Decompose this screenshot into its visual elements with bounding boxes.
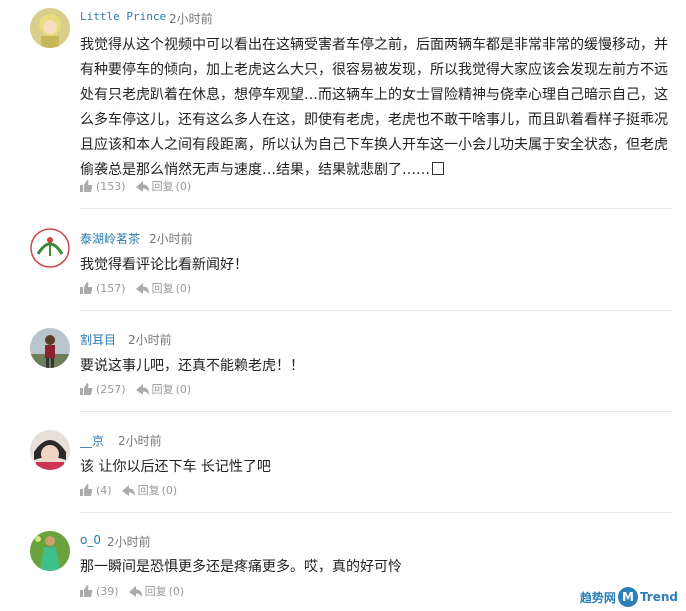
reply-button[interactable]: 回复 (0) [121, 482, 178, 498]
watermark-right-text: Trend [639, 590, 678, 604]
like-button[interactable]: (4) [80, 484, 112, 497]
comment-divider [80, 208, 672, 209]
watermark: 趋势网 M Trend [580, 587, 678, 607]
comment-text: 要说这事儿吧，还真不能赖老虎！！ [80, 358, 304, 374]
comment-username[interactable]: 泰湖岭茗茶 [80, 230, 140, 247]
reply-arrow-icon [121, 484, 135, 496]
avatar[interactable] [30, 228, 70, 268]
reply-button[interactable]: 回复 (0) [128, 583, 185, 599]
reply-count: (0) [161, 483, 178, 497]
avatar[interactable] [30, 430, 70, 470]
comment-username[interactable]: 割耳目 [80, 331, 116, 348]
comment-username[interactable]: Little Prince [80, 10, 166, 23]
comment-actions: (4) 回复 (0) [80, 482, 187, 498]
thumbs-up-icon [80, 585, 93, 597]
like-button[interactable]: (153) [80, 180, 126, 193]
square-glyph-icon [432, 162, 444, 175]
reply-label: 回复 [151, 282, 174, 295]
like-count: (153) [96, 179, 126, 193]
reply-button[interactable]: 回复 (0) [135, 381, 192, 397]
comment-text: 那一瞬间是恐惧更多还是疼痛更多。哎，真的好可怜 [80, 559, 402, 575]
avatar[interactable] [30, 328, 70, 368]
watermark-logo-icon: M [617, 587, 638, 607]
comment-text: 我觉得看评论比看新闻好！ [80, 257, 248, 273]
like-button[interactable]: (39) [80, 585, 119, 598]
comment-divider [80, 411, 672, 412]
like-button[interactable]: (157) [80, 282, 126, 295]
watermark-circle-letter: M [621, 590, 634, 604]
reply-count: (0) [168, 584, 185, 598]
reply-label: 回复 [144, 585, 167, 598]
comment-text: 我觉得从这个视频中可以看出在这辆受害者车停之前，后面两辆车都是非常非常的缓慢移动… [80, 33, 672, 183]
reply-count: (0) [175, 382, 192, 396]
reply-arrow-icon [135, 282, 149, 294]
reply-button[interactable]: 回复 (0) [135, 280, 192, 296]
like-count: (157) [96, 281, 126, 295]
like-count: (257) [96, 382, 126, 396]
comment-time: 2小时前 [149, 232, 193, 246]
comment-time: 2小时前 [118, 434, 162, 448]
comment-actions: (257) 回复 (0) [80, 381, 201, 397]
reply-arrow-icon [128, 585, 142, 597]
like-button[interactable]: (257) [80, 383, 126, 396]
thumbs-up-icon [80, 383, 93, 395]
comment-divider [80, 310, 672, 311]
comment-time: 2小时前 [169, 12, 213, 26]
comment-time: 2小时前 [128, 333, 172, 347]
reply-label: 回复 [137, 484, 160, 497]
reply-arrow-icon [135, 180, 149, 192]
reply-button[interactable]: 回复 (0) [135, 178, 192, 194]
reply-arrow-icon [135, 383, 149, 395]
reply-label: 回复 [151, 180, 174, 193]
avatar[interactable] [30, 531, 70, 571]
comment-divider [80, 512, 672, 513]
thumbs-up-icon [80, 282, 93, 294]
like-count: (39) [96, 584, 119, 598]
comment-item: Little Prince 2小时前 我觉得从这个视频中可以看出在这辆受害者车停… [0, 0, 686, 209]
reply-label: 回复 [151, 383, 174, 396]
comment-actions: (157) 回复 (0) [80, 280, 201, 296]
comment-text-content: 我觉得从这个视频中可以看出在这辆受害者车停之前，后面两辆车都是非常非常的缓慢移动… [80, 37, 668, 178]
comment-username[interactable]: o_0 [80, 533, 101, 547]
watermark-left-text: 趋势网 [579, 590, 616, 605]
reply-count: (0) [175, 281, 192, 295]
comment-time: 2小时前 [107, 535, 151, 549]
comment-actions: (39) 回复 (0) [80, 583, 194, 599]
thumbs-up-icon [80, 180, 93, 192]
reply-count: (0) [175, 179, 192, 193]
comment-username[interactable]: __京 [80, 432, 104, 449]
like-count: (4) [96, 483, 112, 497]
thumbs-up-icon [80, 484, 93, 496]
comment-actions: (153) 回复 (0) [80, 178, 201, 194]
avatar[interactable] [30, 8, 70, 48]
comment-text: 该 让你以后还下车 长记性了吧 [80, 459, 271, 475]
